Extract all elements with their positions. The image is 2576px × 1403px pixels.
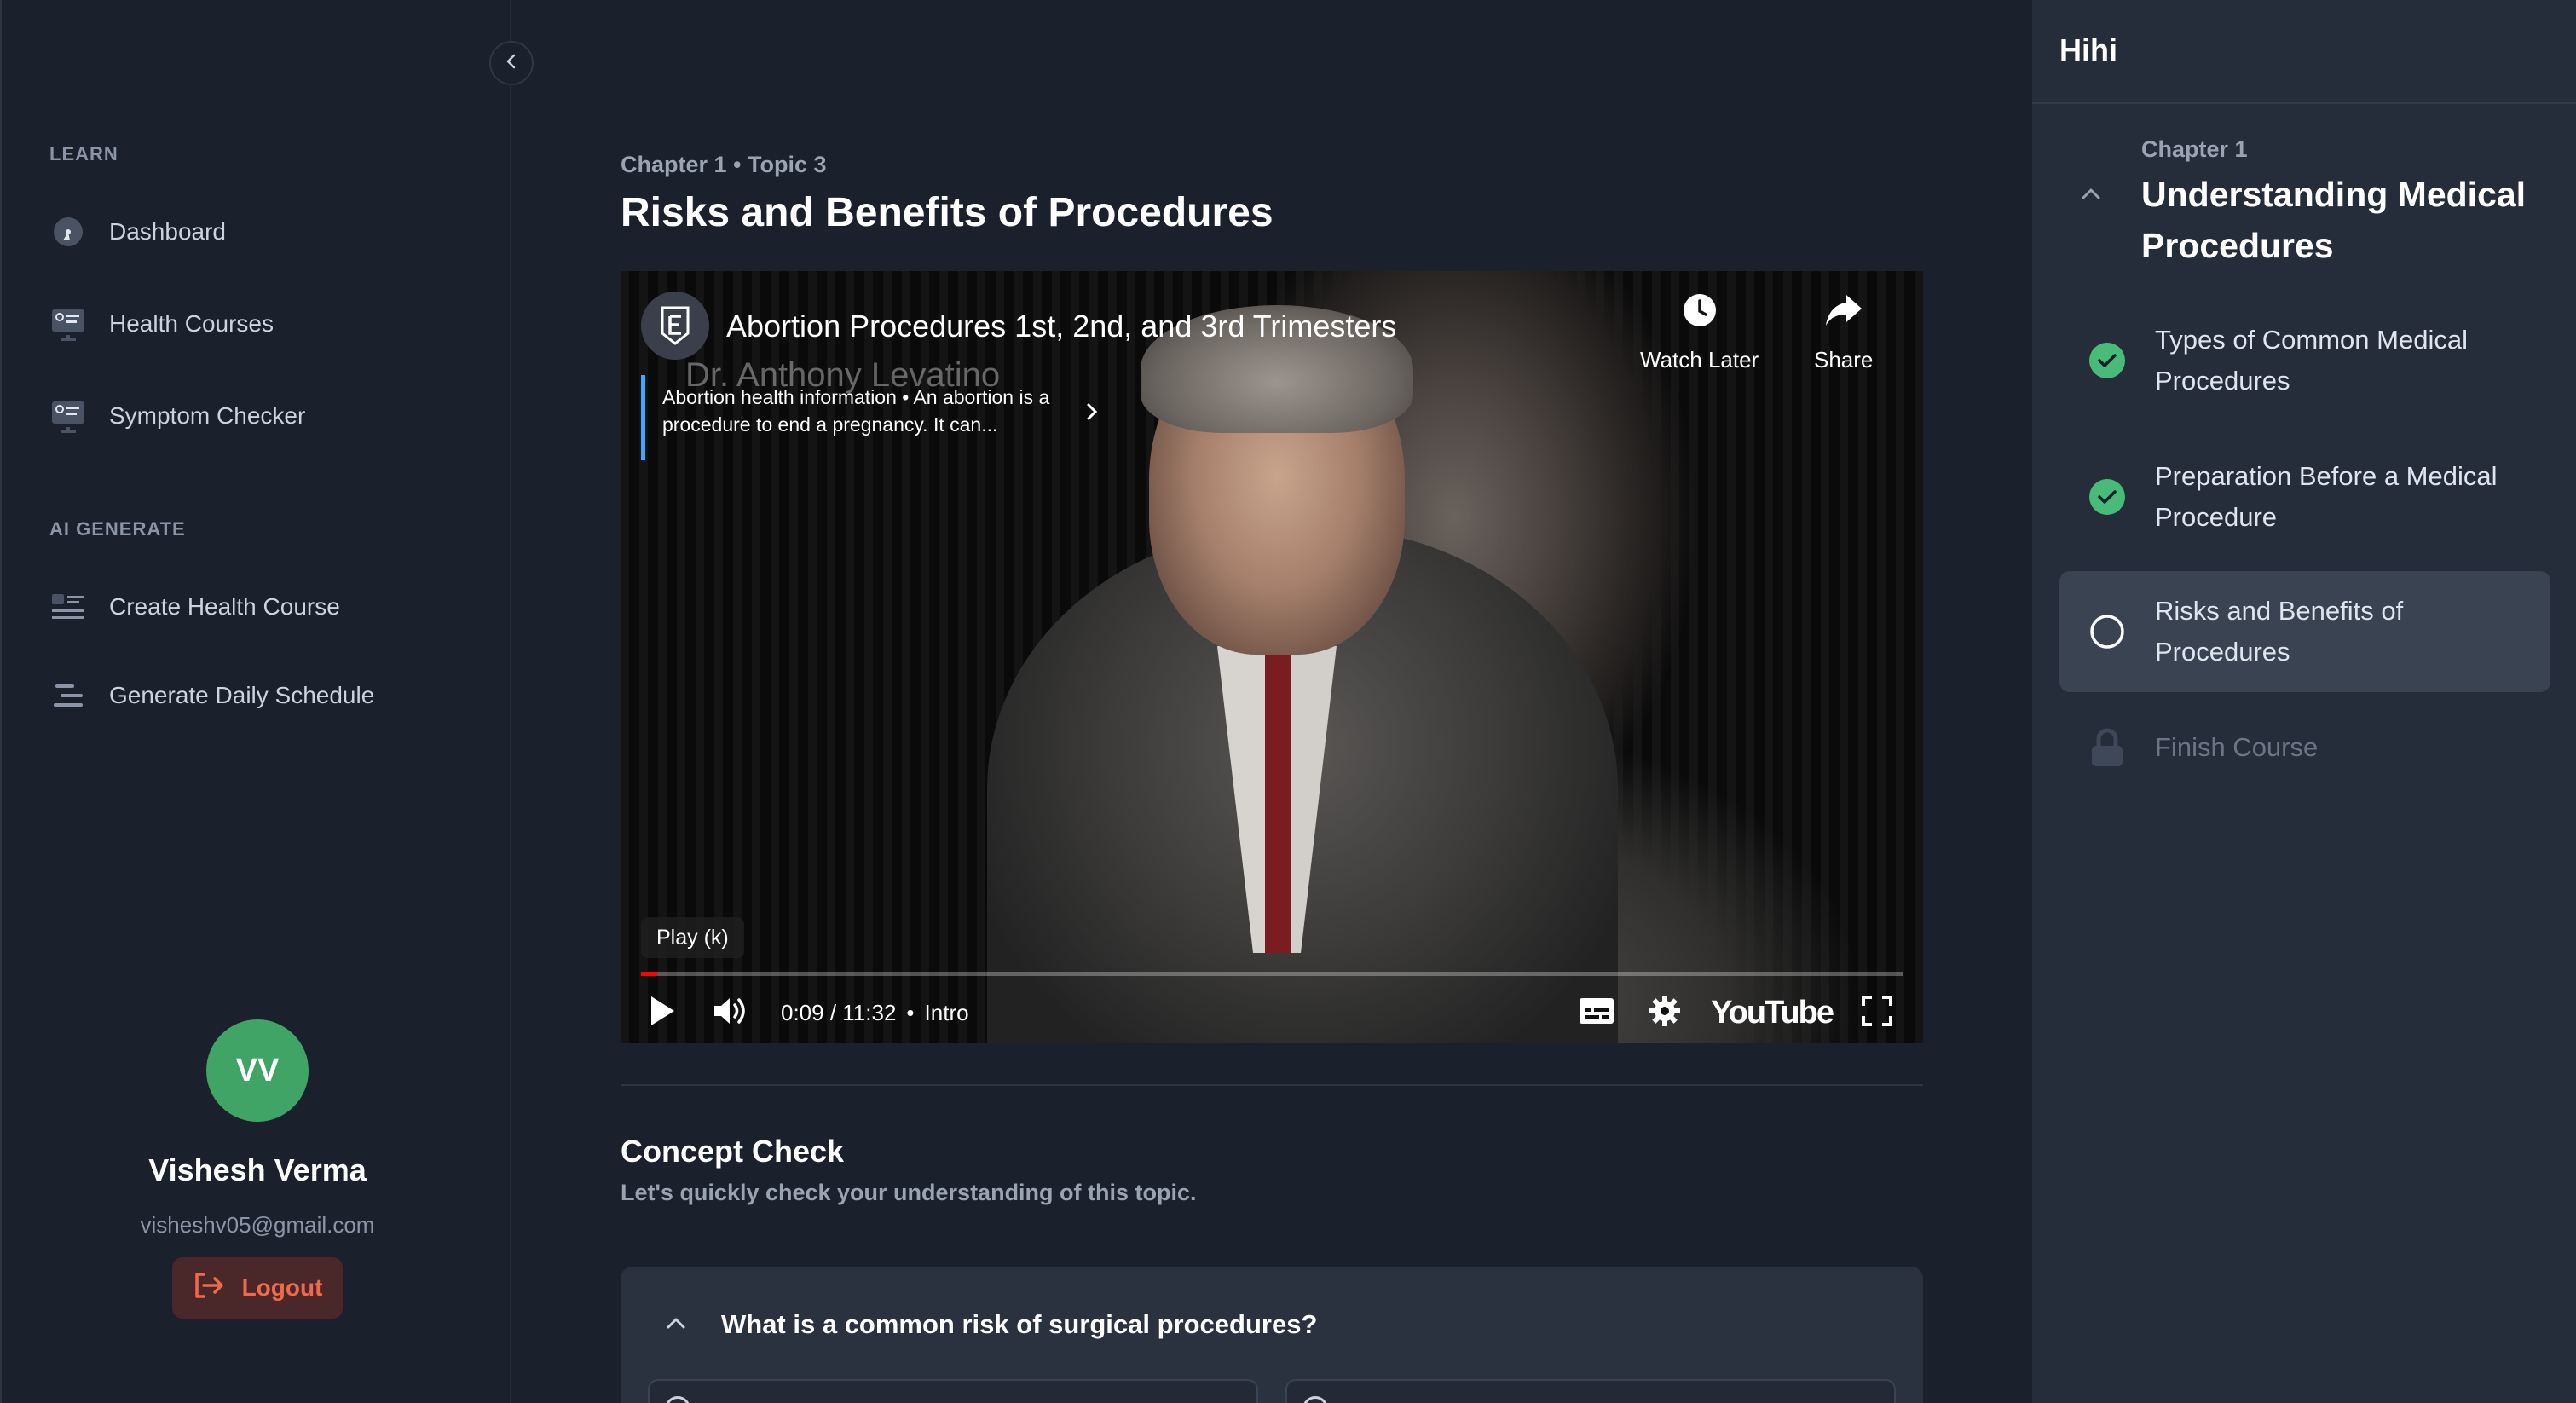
settings-button[interactable]: [1639, 982, 1690, 1043]
video-chapter[interactable]: Intro: [925, 1000, 969, 1026]
play-tooltip: Play (k): [641, 917, 744, 958]
channel-logo[interactable]: [641, 292, 709, 360]
player-controls: 0:09 / 11:32 • Intro YouTube: [641, 982, 1903, 1043]
quiz-question-header[interactable]: What is a common risk of surgical proced…: [665, 1309, 1317, 1340]
topic-item[interactable]: Types of Common Medical Procedures: [2059, 300, 2550, 421]
panel-divider: [2032, 102, 2576, 104]
share-label: Share: [1814, 347, 1874, 372]
subtitles-icon: [1578, 996, 1615, 1030]
topic-label: Risks and Benefits of Procedures: [2155, 596, 2404, 667]
main-content: Chapter 1 • Topic 3 Risks and Benefits o…: [511, 0, 2032, 1403]
quiz-option[interactable]: [648, 1379, 1258, 1403]
chapter-collapse-button[interactable]: [2080, 186, 2102, 205]
lock-icon: [2088, 728, 2126, 766]
user-email: visheshv05@gmail.com: [140, 1212, 375, 1238]
check-circle-icon: [2088, 342, 2126, 379]
breadcrumb: Chapter 1 • Topic 3: [621, 152, 827, 177]
radio-icon: [665, 1396, 690, 1403]
clock-icon: [1681, 292, 1718, 335]
topic-label: Types of Common Medical Procedures: [2155, 325, 2468, 395]
nav-item-dashboard[interactable]: Dashboard: [49, 208, 226, 256]
chapter-label: Chapter 1: [2141, 136, 2248, 162]
concept-check-subtitle: Let's quickly check your understanding o…: [621, 1180, 1197, 1205]
volume-icon: [712, 994, 751, 1032]
chapter-title[interactable]: Understanding Medical Procedures: [2141, 169, 2550, 271]
progress-bar[interactable]: [641, 972, 1903, 976]
subtitles-button[interactable]: [1571, 982, 1622, 1043]
volume-button[interactable]: [704, 982, 759, 1043]
progress-played: [641, 972, 658, 976]
user-profile: VV Vishesh Verma visheshv05@gmail.com Lo…: [2, 1019, 513, 1319]
topic-item-locked[interactable]: Finish Course: [2059, 687, 2550, 808]
share-button[interactable]: Share: [1814, 292, 1873, 373]
video-player[interactable]: Abortion Procedures 1st, 2nd, and 3rd Tr…: [621, 271, 1923, 1043]
course-panel: Hihi Chapter 1 Understanding Medical Pro…: [2032, 0, 2576, 1403]
logout-label: Logout: [241, 1274, 323, 1301]
align-lines-icon: [49, 677, 87, 714]
check-circle-icon: [2088, 478, 2126, 516]
nav-item-generate-daily-schedule[interactable]: Generate Daily Schedule: [49, 672, 374, 719]
topic-item-current[interactable]: Risks and Benefits of Procedures: [2059, 571, 2550, 692]
chapter-separator: •: [906, 999, 915, 1025]
watch-later-button[interactable]: Watch Later: [1640, 292, 1759, 373]
quiz-option[interactable]: [1285, 1379, 1896, 1403]
monitor-list-icon: [49, 305, 87, 343]
nav-label-dashboard: Dashboard: [109, 218, 226, 245]
topic-label: Finish Course: [2155, 732, 2319, 762]
topic-item[interactable]: Preparation Before a Medical Procedure: [2059, 436, 2550, 557]
gauge-icon: [49, 213, 87, 251]
play-icon: [648, 994, 677, 1032]
empty-circle-icon: [2088, 613, 2126, 650]
video-info-card[interactable]: Abortion health information • An abortio…: [641, 375, 1108, 460]
nav-label-symptom-checker: Symptom Checker: [109, 402, 306, 429]
learn-section-label: LEARN: [49, 143, 118, 165]
quiz-card: What is a common risk of surgical proced…: [621, 1267, 1923, 1403]
video-time: 0:09 / 11:32: [781, 999, 897, 1025]
user-name: Vishesh Verma: [148, 1152, 367, 1187]
nav-label-generate-daily-schedule: Generate Daily Schedule: [109, 682, 375, 708]
logout-button[interactable]: Logout: [171, 1257, 344, 1319]
avatar[interactable]: VV: [206, 1019, 309, 1122]
collapse-sidebar-button[interactable]: [489, 41, 534, 85]
nav-item-symptom-checker[interactable]: Symptom Checker: [49, 392, 305, 440]
nav-item-create-health-course[interactable]: Create Health Course: [49, 583, 340, 631]
chevron-up-icon: [2080, 188, 2102, 205]
share-arrow-icon: [1824, 292, 1863, 335]
course-title: Hihi: [2059, 32, 2117, 67]
sidebar: LEARN Dashboard Health Courses Symptom C…: [0, 0, 511, 1403]
ai-generate-section-label: AI GENERATE: [49, 518, 186, 540]
concept-check-title: Concept Check: [621, 1134, 845, 1169]
youtube-logo-button[interactable]: YouTube: [1711, 982, 1834, 1043]
monitor-list-icon: [49, 397, 87, 435]
play-button[interactable]: [641, 982, 684, 1043]
chevron-right-icon: [1083, 401, 1101, 430]
youtube-wordmark: YouTube: [1711, 994, 1834, 1031]
chevron-up-icon: [665, 1315, 687, 1335]
watch-later-label: Watch Later: [1640, 347, 1759, 372]
list-card-icon: [49, 588, 87, 626]
quiz-question: What is a common risk of surgical proced…: [721, 1309, 1318, 1339]
nav-item-health-courses[interactable]: Health Courses: [49, 300, 274, 348]
section-divider: [621, 1084, 1923, 1086]
fullscreen-button[interactable]: [1851, 982, 1903, 1043]
fullscreen-icon: [1861, 995, 1893, 1031]
logout-icon: [193, 1272, 227, 1305]
nav-label-health-courses: Health Courses: [109, 310, 274, 337]
topic-label: Preparation Before a Medical Procedure: [2155, 461, 2498, 532]
page-title: Risks and Benefits of Procedures: [621, 190, 1274, 235]
nav-label-create-health-course: Create Health Course: [109, 593, 340, 620]
info-card-text: Abortion health information • An abortio…: [662, 386, 1050, 436]
gear-icon: [1648, 994, 1682, 1032]
chevron-left-icon: [502, 52, 521, 75]
radio-icon: [1302, 1396, 1328, 1403]
video-title[interactable]: Abortion Procedures 1st, 2nd, and 3rd Tr…: [726, 309, 1396, 344]
